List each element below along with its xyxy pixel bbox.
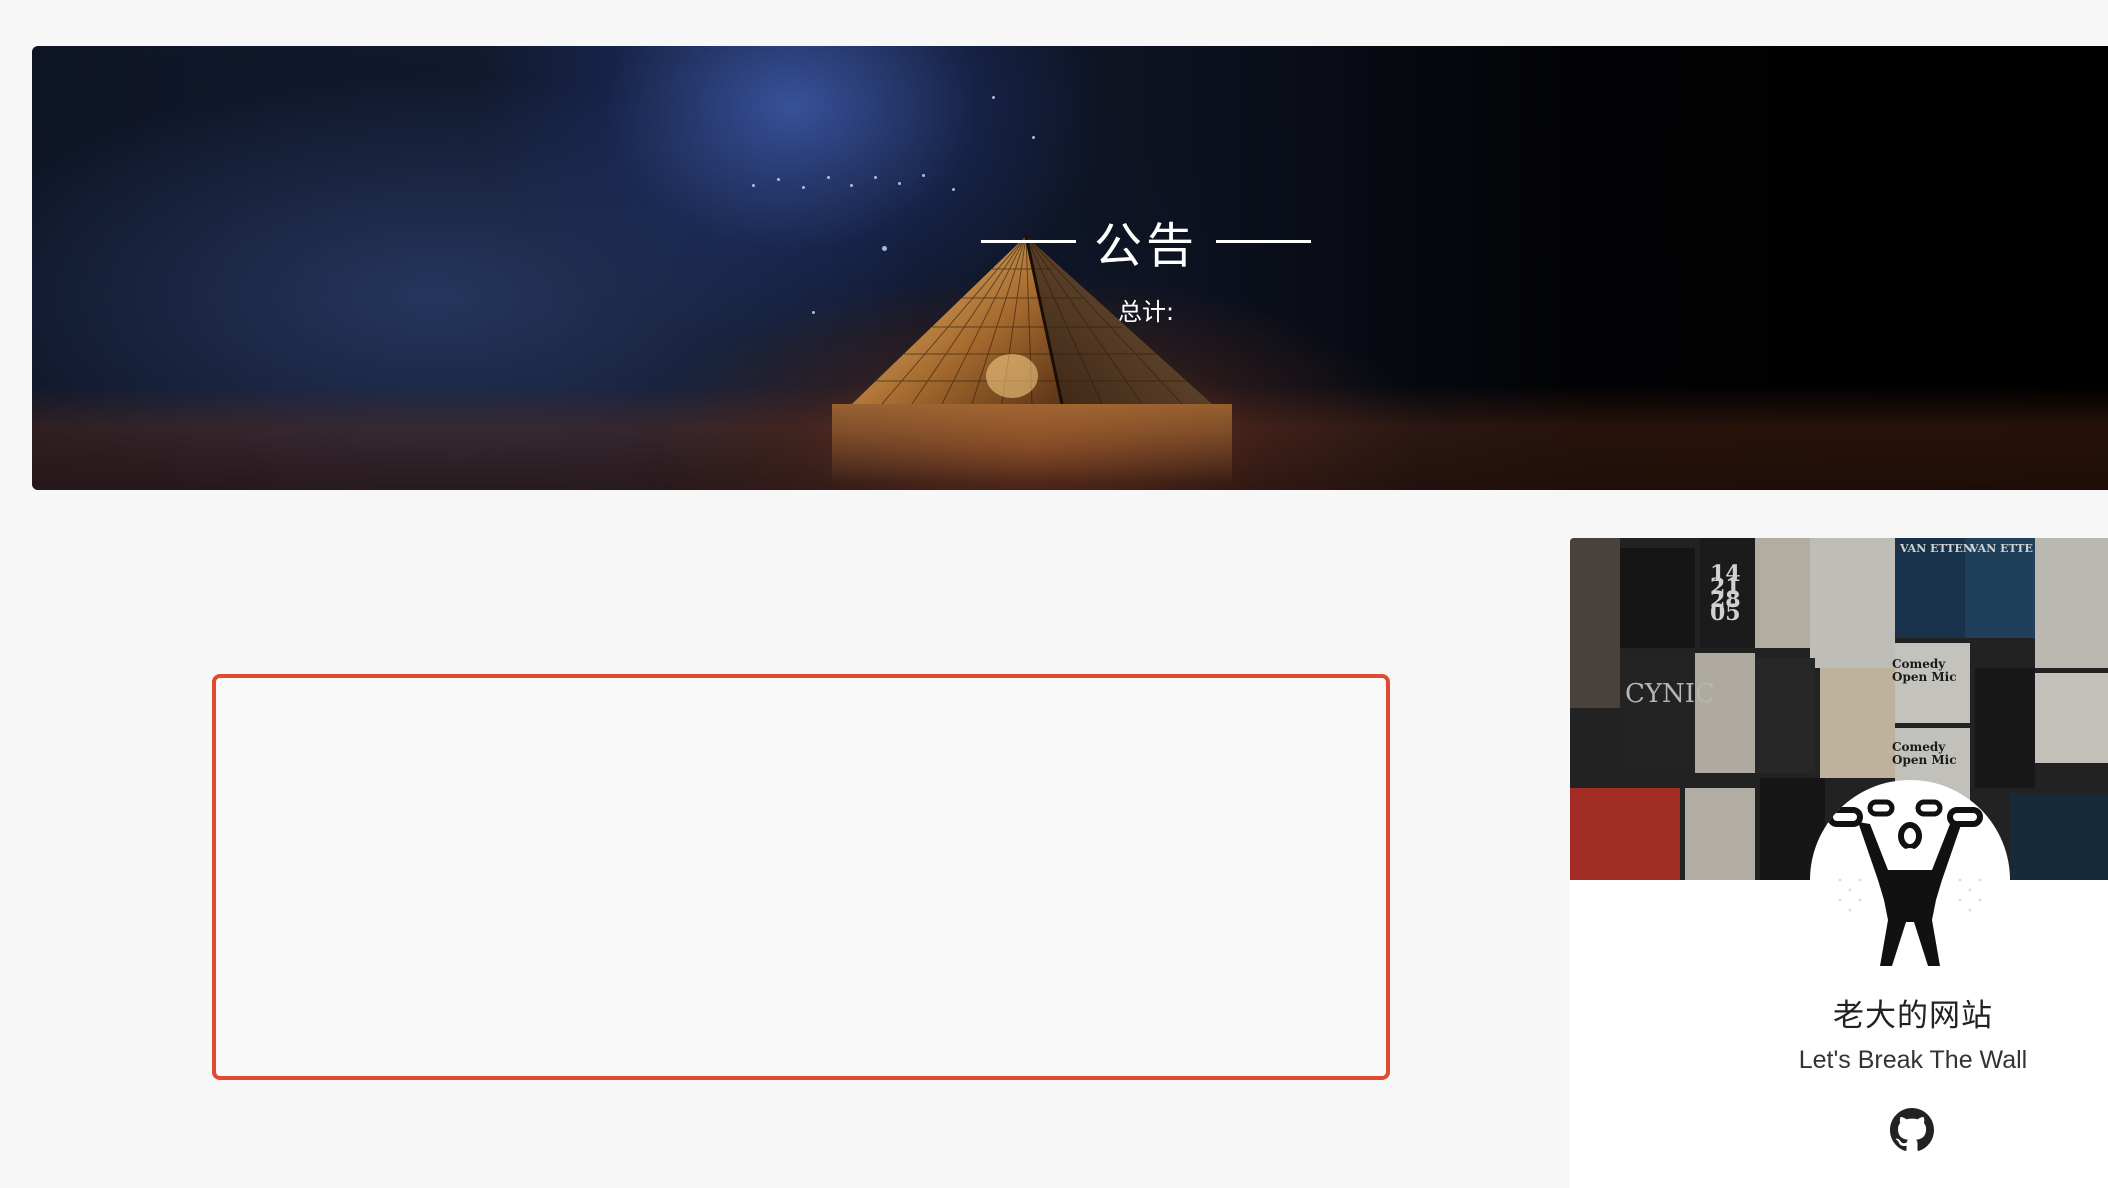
author-name: 老大的网站	[1833, 998, 1993, 1034]
author-tagline: Let's Break The Wall	[1798, 1046, 2028, 1074]
author-card: Comedy Open Mic Comedy Open Mic VAN ETTEN …	[1570, 538, 2108, 1188]
github-link[interactable]	[1890, 1108, 1934, 1152]
announcement-list-empty	[212, 674, 1390, 1080]
github-icon	[1890, 1108, 1934, 1151]
author-avatar	[1810, 780, 2010, 980]
announcement-banner: 公告 总计:	[32, 46, 2108, 490]
title-rule-left	[980, 239, 1076, 243]
banner-title-row: 公告	[108, 206, 2108, 276]
break-chains-figure-icon	[1827, 799, 1983, 966]
total-count-label: 总计:	[1117, 298, 1175, 326]
title-rule-right	[1216, 239, 1311, 243]
page-title: 公告	[1093, 218, 1198, 274]
